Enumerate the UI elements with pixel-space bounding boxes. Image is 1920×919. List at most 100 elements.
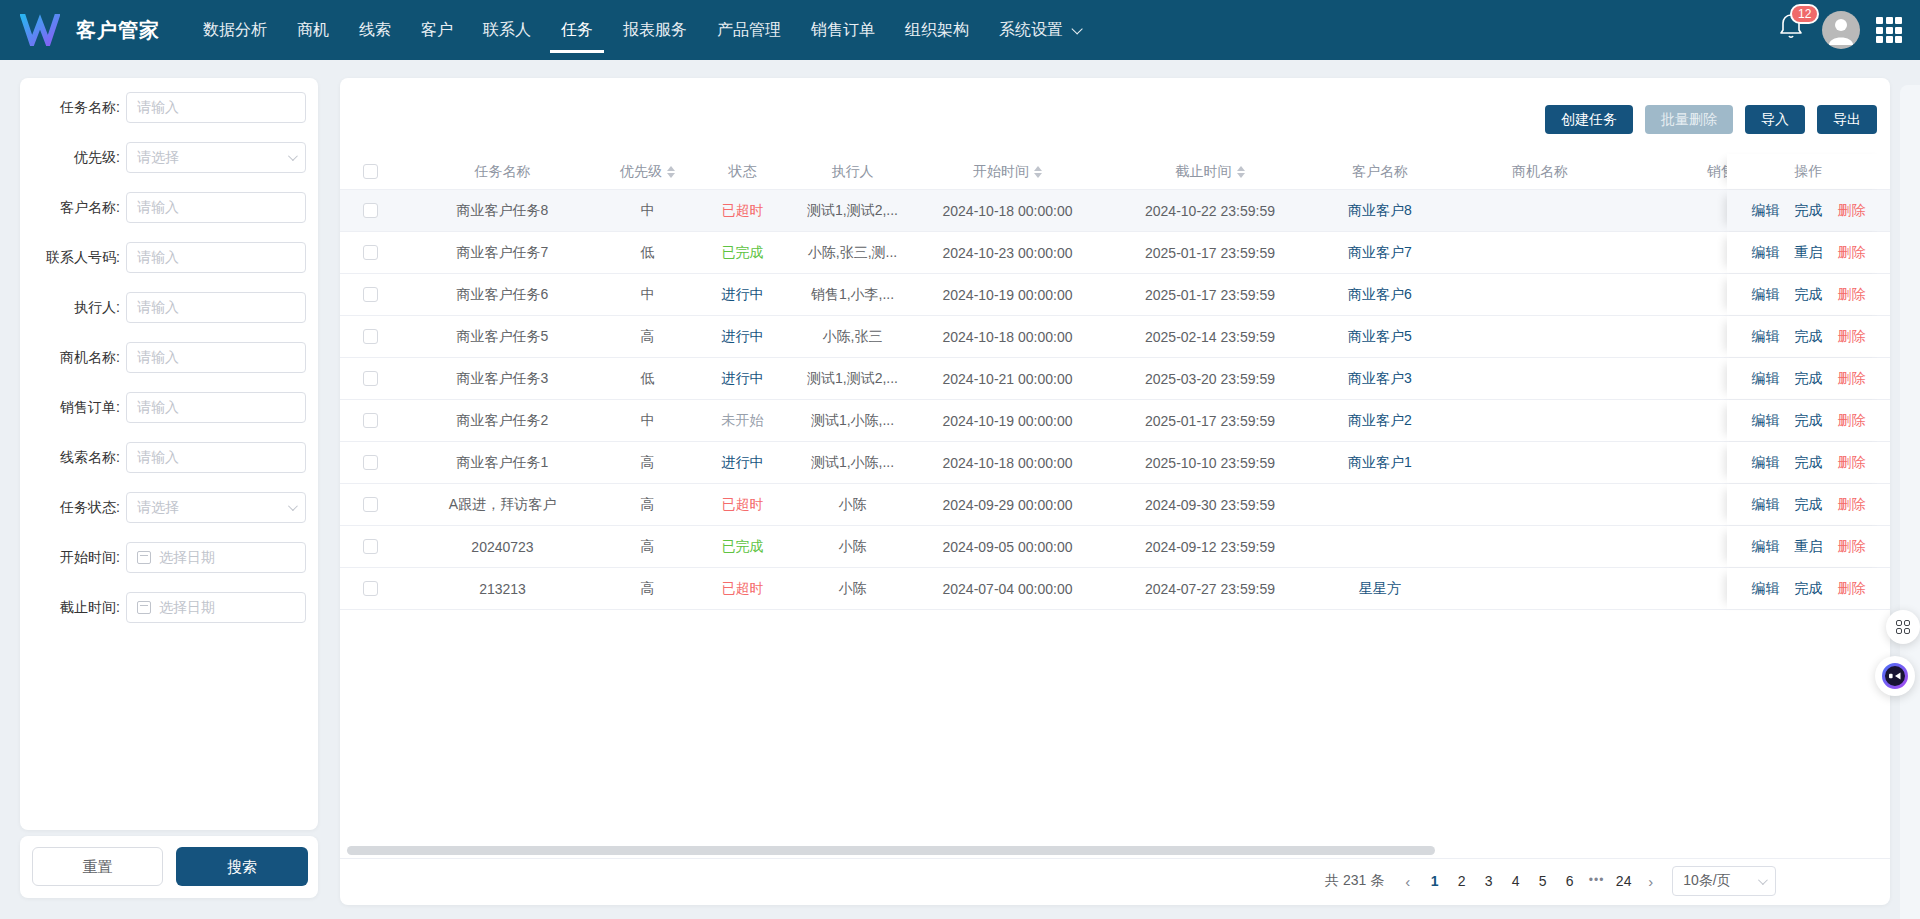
customer-cell[interactable]: 商业客户5 [1315,316,1445,357]
avatar[interactable] [1822,11,1860,49]
row-checkbox[interactable] [363,329,378,344]
customer-cell[interactable]: 商业客户8 [1315,190,1445,231]
col-task-name[interactable]: 任务名称 [400,154,605,189]
edit-link[interactable]: 编辑 [1752,244,1780,262]
filter-input[interactable]: 请输入 [126,442,306,473]
customer-cell[interactable]: 商业客户7 [1315,232,1445,273]
delete-link[interactable]: 删除 [1838,328,1866,346]
delete-link[interactable]: 删除 [1838,286,1866,304]
customer-cell[interactable]: 商业客户3 [1315,358,1445,399]
nav-item-6[interactable]: 报表服务 [608,0,702,60]
delete-link[interactable]: 删除 [1838,496,1866,514]
row-checkbox[interactable] [363,539,378,554]
row-checkbox[interactable] [363,413,378,428]
nav-item-8[interactable]: 销售订单 [796,0,890,60]
complete-link[interactable]: 完成 [1795,286,1823,304]
customer-cell[interactable]: 星星方 [1315,568,1445,609]
filter-date-input[interactable]: 选择日期 [126,592,306,623]
sort-icon[interactable] [667,166,675,178]
customer-cell[interactable]: 商业客户2 [1315,400,1445,441]
sort-icon[interactable] [1237,166,1245,178]
nav-item-5[interactable]: 任务 [546,0,608,60]
filter-select[interactable]: 请选择 [126,492,306,523]
filter-date-input[interactable]: 选择日期 [126,542,306,573]
nav-item-2[interactable]: 线索 [344,0,406,60]
nav-item-1[interactable]: 商机 [282,0,344,60]
page-number-4[interactable]: 4 [1502,873,1529,889]
complete-link[interactable]: 完成 [1795,370,1823,388]
nav-item-3[interactable]: 客户 [406,0,468,60]
delete-link[interactable]: 删除 [1838,370,1866,388]
nav-item-10[interactable]: 系统设置 [984,0,1094,60]
delete-link[interactable]: 删除 [1838,412,1866,430]
edit-link[interactable]: 编辑 [1752,370,1780,388]
page-number-1[interactable]: 1 [1421,873,1448,889]
filter-input[interactable]: 请输入 [126,192,306,223]
export-button[interactable]: 导出 [1817,105,1877,134]
edit-link[interactable]: 编辑 [1752,454,1780,472]
edit-link[interactable]: 编辑 [1752,580,1780,598]
col-opportunity[interactable]: 商机名称 [1445,154,1635,189]
row-checkbox[interactable] [363,581,378,596]
nav-item-9[interactable]: 组织架构 [890,0,984,60]
create-task-button[interactable]: 创建任务 [1545,105,1633,134]
horizontal-scrollbar[interactable] [347,846,1435,855]
assistant-float-button[interactable] [1875,656,1915,696]
edit-link[interactable]: 编辑 [1752,286,1780,304]
col-status[interactable]: 状态 [690,154,795,189]
edit-link[interactable]: 编辑 [1752,202,1780,220]
row-checkbox[interactable] [363,455,378,470]
col-start-time[interactable]: 开始时间 [910,154,1105,189]
prev-page-button[interactable]: ‹ [1394,873,1421,890]
next-page-button[interactable]: › [1637,873,1664,890]
page-number-6[interactable]: 6 [1556,873,1583,889]
delete-link[interactable]: 删除 [1838,538,1866,556]
complete-link[interactable]: 完成 [1795,580,1823,598]
page-number-5[interactable]: 5 [1529,873,1556,889]
quick-apps-float-button[interactable] [1886,610,1920,644]
filter-input[interactable]: 请输入 [126,342,306,373]
row-checkbox[interactable] [363,203,378,218]
page-size-select[interactable]: 10条/页 [1672,866,1776,896]
complete-link[interactable]: 完成 [1795,202,1823,220]
row-checkbox[interactable] [363,245,378,260]
batch-delete-button[interactable]: 批量删除 [1645,105,1733,134]
row-checkbox[interactable] [363,497,378,512]
filter-select[interactable]: 请选择 [126,142,306,173]
row-checkbox[interactable] [363,287,378,302]
page-number-3[interactable]: 3 [1475,873,1502,889]
page-number-2[interactable]: 2 [1448,873,1475,889]
row-checkbox[interactable] [363,371,378,386]
delete-link[interactable]: 删除 [1838,244,1866,262]
complete-link[interactable]: 完成 [1795,328,1823,346]
filter-input[interactable]: 请输入 [126,292,306,323]
filter-input[interactable]: 请输入 [126,392,306,423]
restart-link[interactable]: 重启 [1795,538,1823,556]
notification-bell[interactable]: 12 [1778,10,1812,50]
more-pages-icon[interactable]: ••• [1583,873,1610,889]
restart-link[interactable]: 重启 [1795,244,1823,262]
edit-link[interactable]: 编辑 [1752,328,1780,346]
edit-link[interactable]: 编辑 [1752,496,1780,514]
edit-link[interactable]: 编辑 [1752,538,1780,556]
delete-link[interactable]: 删除 [1838,580,1866,598]
edit-link[interactable]: 编辑 [1752,412,1780,430]
nav-item-4[interactable]: 联系人 [468,0,546,60]
complete-link[interactable]: 完成 [1795,496,1823,514]
sort-icon[interactable] [1034,166,1042,178]
complete-link[interactable]: 完成 [1795,454,1823,472]
search-button[interactable]: 搜索 [176,847,308,886]
col-customer[interactable]: 客户名称 [1315,154,1445,189]
page-number-24[interactable]: 24 [1610,873,1637,889]
delete-link[interactable]: 删除 [1838,454,1866,472]
nav-item-0[interactable]: 数据分析 [188,0,282,60]
col-priority[interactable]: 优先级 [605,154,690,189]
customer-cell[interactable]: 商业客户6 [1315,274,1445,315]
filter-input[interactable]: 请输入 [126,92,306,123]
delete-link[interactable]: 删除 [1838,202,1866,220]
col-end-time[interactable]: 截止时间 [1105,154,1315,189]
import-button[interactable]: 导入 [1745,105,1805,134]
reset-button[interactable]: 重置 [32,847,163,886]
complete-link[interactable]: 完成 [1795,412,1823,430]
nav-item-7[interactable]: 产品管理 [702,0,796,60]
